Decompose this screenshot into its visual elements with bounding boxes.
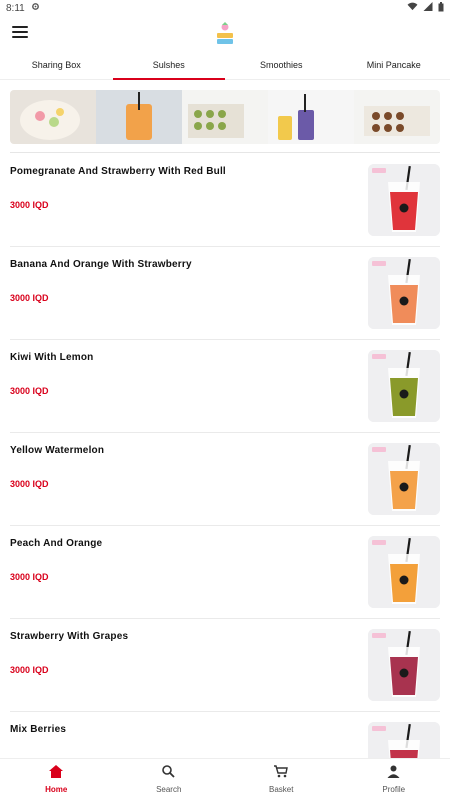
bottom-navigation: Home Search Basket Profile [0,758,450,800]
tab-sulshes[interactable]: Sulshes [112,52,226,80]
product-price: 3000 IQD [10,293,49,303]
product-item[interactable]: Strawberry With Grapes 3000 IQD [10,619,440,712]
basket-icon [274,765,289,783]
product-name: Kiwi With Lemon [10,352,94,363]
nav-basket-label: Basket [269,785,294,794]
product-item[interactable]: Yellow Watermelon 3000 IQD [10,433,440,526]
search-icon [162,765,175,783]
brand-logo [215,22,235,46]
product-price: 3000 IQD [10,479,49,489]
banner-image-bowl [10,90,96,144]
product-image [368,722,440,758]
product-image [368,257,440,329]
tab-mini-pancake[interactable]: Mini Pancake [338,52,450,79]
product-name: Strawberry With Grapes [10,631,129,642]
status-bar: 8:11 [0,0,450,16]
banner-image-chocolate [354,90,440,144]
product-price: 3000 IQD [10,200,49,210]
wifi-icon [407,2,418,14]
product-image [368,629,440,701]
product-item[interactable]: Pomegranate And Strawberry With Red Bull… [10,154,440,247]
divider [10,152,440,153]
profile-icon [387,765,400,783]
promo-banner[interactable] [10,90,440,144]
category-tabs: Sharing Box Sulshes Smoothies Mini Panca… [0,52,450,80]
nav-profile-label: Profile [382,785,406,794]
nav-basket[interactable]: Basket [225,759,338,800]
banner-image-cups [268,90,354,144]
banner-image-drink [96,90,182,144]
app-bar [0,16,450,52]
product-item[interactable]: Mix Berries3000 IQD [10,712,440,758]
tab-smoothies[interactable]: Smoothies [225,52,338,79]
product-name: Peach And Orange [10,538,103,549]
product-price: 3000 IQD [10,665,49,675]
settings-icon [31,2,40,14]
product-item[interactable]: Peach And Orange 3000 IQD [10,526,440,619]
banner-image-box [182,90,268,144]
tab-sharing-box[interactable]: Sharing Box [0,52,113,79]
menu-icon[interactable] [12,26,28,40]
nav-home[interactable]: Home [0,759,113,800]
product-image [368,536,440,608]
product-price: 3000 IQD [10,572,49,582]
battery-icon [438,1,444,15]
status-time: 8:11 [6,2,25,14]
product-item[interactable]: Kiwi With Lemon 3000 IQD [10,340,440,433]
nav-profile[interactable]: Profile [338,759,450,800]
nav-search[interactable]: Search [113,759,226,800]
product-image [368,350,440,422]
product-name: Pomegranate And Strawberry With Red Bull [10,166,226,177]
product-name: Banana And Orange With Strawberry [10,259,192,270]
signal-icon [423,2,433,14]
product-name: Yellow Watermelon [10,445,105,456]
product-price: 3000 IQD [10,386,49,396]
product-name: Mix Berries [10,724,67,735]
nav-home-label: Home [45,785,68,794]
product-list-area: Pomegranate And Strawberry With Red Bull… [0,80,450,758]
home-icon [49,765,64,783]
product-image [368,443,440,515]
product-image [368,164,440,236]
nav-search-label: Search [156,785,182,794]
product-item[interactable]: Banana And Orange With Strawberry 3000 IQ… [10,247,440,340]
